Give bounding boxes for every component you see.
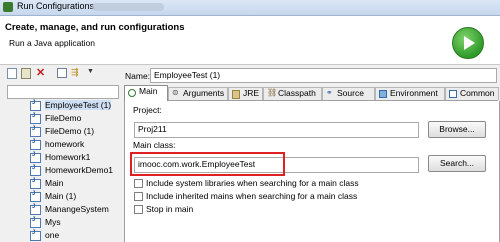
classpath-icon: ⛓ bbox=[267, 88, 278, 97]
environment-icon bbox=[379, 90, 387, 98]
include-system-libraries-checkbox[interactable]: Include system libraries when searching … bbox=[134, 178, 474, 189]
dialog-header: Create, manage, and run configurations R… bbox=[0, 16, 500, 65]
java-app-icon bbox=[30, 191, 41, 202]
name-input-value: EmployeeTest (1) bbox=[154, 70, 221, 80]
tree-item-one[interactable]: one bbox=[30, 229, 120, 241]
tab-jre[interactable]: JRE bbox=[228, 87, 263, 100]
name-input[interactable]: EmployeeTest (1) bbox=[150, 68, 497, 83]
project-label: Project: bbox=[133, 105, 162, 115]
java-app-icon bbox=[30, 178, 41, 189]
tree-item-homework[interactable]: homework bbox=[30, 138, 120, 150]
java-app-icon bbox=[30, 204, 41, 215]
tree-item-manangesystem[interactable]: ManangeSystem bbox=[30, 203, 120, 215]
java-app-icon bbox=[30, 113, 41, 124]
arguments-tab-icon: ⊜ bbox=[172, 88, 179, 97]
tab-source[interactable]: ⚭ Source bbox=[322, 87, 375, 100]
tab-arguments[interactable]: ⊜ Arguments bbox=[168, 87, 228, 100]
tree-item-employeetest-1[interactable]: EmployeeTest (1) bbox=[30, 99, 120, 111]
tab-main[interactable]: Main bbox=[124, 85, 168, 101]
main-tab-icon bbox=[128, 89, 136, 97]
tree-item-mys[interactable]: Mys bbox=[30, 216, 120, 228]
main-class-highlight bbox=[130, 152, 285, 176]
tree-item-homework1[interactable]: Homework1 bbox=[30, 151, 120, 163]
delete-icon[interactable]: ✕ bbox=[36, 66, 46, 79]
window-title: Run Configurations bbox=[17, 1, 95, 11]
checkbox-box[interactable] bbox=[134, 192, 143, 201]
config-tabs: Main ⊜ Arguments JRE ⛓ Classpath ⚭ Source E… bbox=[124, 85, 499, 101]
java-app-icon bbox=[30, 152, 41, 163]
jre-library-icon bbox=[232, 90, 240, 99]
java-app-icon bbox=[30, 217, 41, 228]
tree-item-main[interactable]: Main bbox=[30, 177, 120, 189]
collapse-all-icon[interactable] bbox=[57, 68, 67, 78]
tab-common[interactable]: Common bbox=[445, 87, 499, 100]
run-icon bbox=[452, 27, 484, 59]
filter-icon[interactable]: ⇶ bbox=[71, 67, 85, 77]
project-input-value: Proj211 bbox=[138, 124, 167, 134]
search-button[interactable]: Search... bbox=[428, 155, 486, 172]
name-label: Name: bbox=[125, 71, 151, 81]
filter-input[interactable] bbox=[7, 85, 119, 99]
tree-item-filedemo-1[interactable]: FileDemo (1) bbox=[30, 125, 120, 137]
browse-button[interactable]: Browse... bbox=[428, 121, 486, 138]
checkbox-box[interactable] bbox=[134, 179, 143, 188]
java-app-icon bbox=[30, 165, 41, 176]
tab-classpath[interactable]: ⛓ Classpath bbox=[263, 87, 322, 100]
config-list-panel: ✕ ⇶ ▼ EmployeeTest (1) FileDemo FileDemo… bbox=[0, 65, 120, 242]
dialog-heading: Create, manage, and run configurations bbox=[5, 22, 185, 33]
source-icon: ⚭ bbox=[326, 88, 333, 97]
tree-item-filedemo[interactable]: FileDemo bbox=[30, 112, 120, 124]
window-title-obscured bbox=[92, 3, 164, 11]
main-class-label: Main class: bbox=[133, 140, 176, 150]
java-app-icon bbox=[30, 100, 41, 111]
tree-item-homeworkdemo1[interactable]: HomeworkDemo1 bbox=[30, 164, 120, 176]
tree-item-main-1[interactable]: Main (1) bbox=[30, 190, 120, 202]
java-app-icon bbox=[30, 139, 41, 150]
config-editor-panel: Name: EmployeeTest (1) Main ⊜ Arguments J… bbox=[122, 65, 500, 242]
common-icon bbox=[449, 90, 457, 98]
main-tab-panel: Project: Proj211 Browse... Main class: i… bbox=[124, 101, 500, 242]
project-input[interactable]: Proj211 bbox=[134, 122, 419, 138]
tab-environment[interactable]: Environment bbox=[375, 87, 445, 100]
eclipse-app-icon bbox=[3, 2, 13, 12]
java-app-icon bbox=[30, 230, 41, 241]
new-launch-config-icon[interactable] bbox=[7, 68, 17, 79]
java-app-icon bbox=[30, 126, 41, 137]
checkbox-box[interactable] bbox=[134, 205, 143, 214]
view-menu-icon[interactable]: ▼ bbox=[87, 68, 97, 78]
stop-in-main-checkbox[interactable]: Stop in main bbox=[134, 204, 474, 215]
duplicate-icon[interactable] bbox=[21, 68, 31, 79]
dialog-subtext: Run a Java application bbox=[9, 38, 96, 48]
include-inherited-mains-checkbox[interactable]: Include inherited mains when searching f… bbox=[134, 191, 474, 202]
title-bar: Run Configurations bbox=[0, 0, 500, 16]
